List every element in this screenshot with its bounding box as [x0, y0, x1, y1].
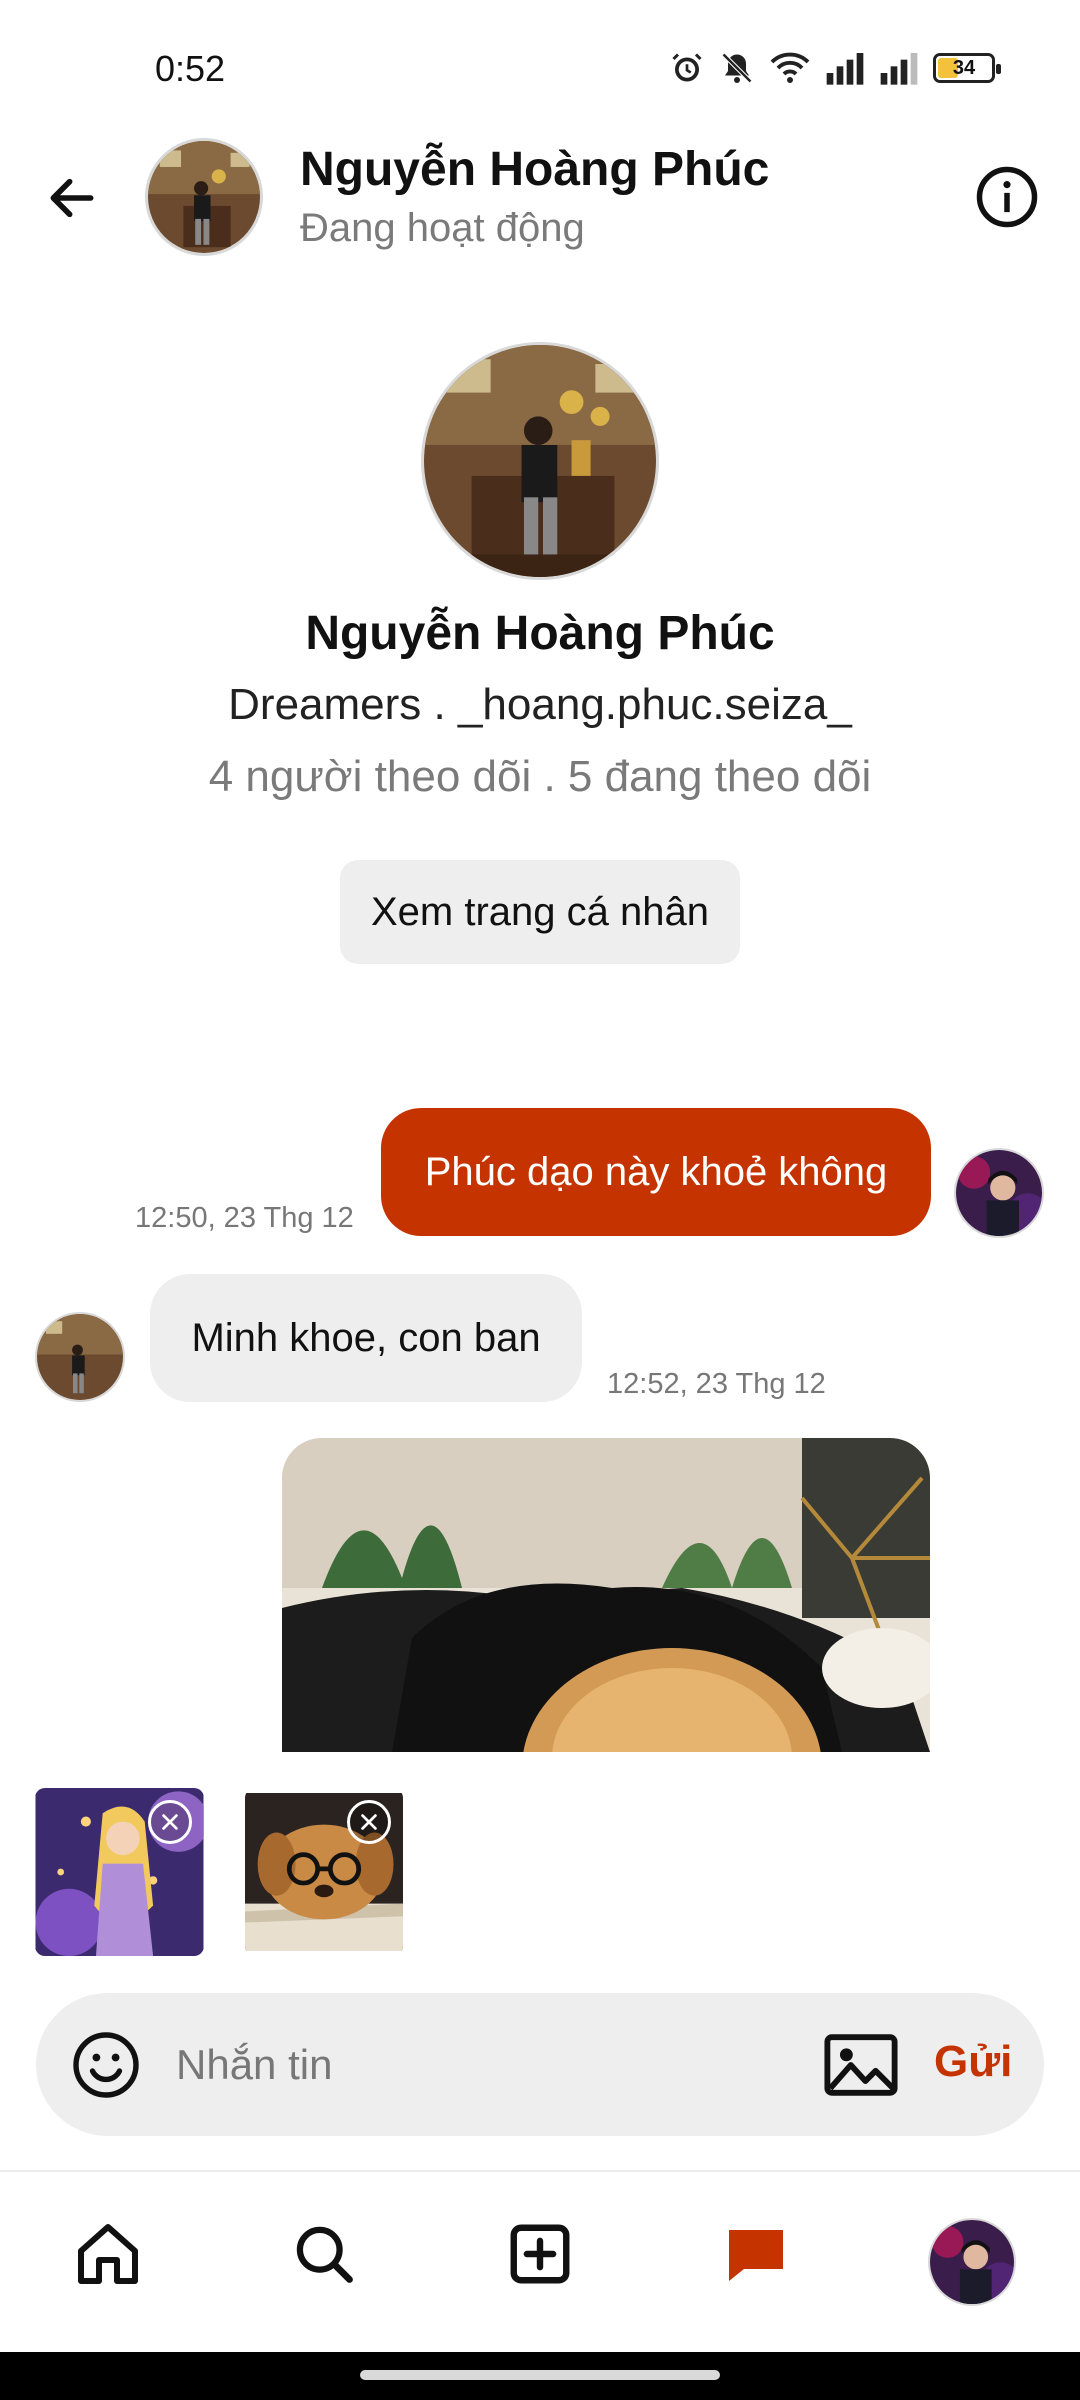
image-picker-button[interactable]: [823, 2031, 899, 2099]
message-input[interactable]: [176, 2023, 816, 2107]
emoji-button[interactable]: [70, 2029, 142, 2101]
contact-avatar-small: [35, 1312, 125, 1402]
attachment-strip: [0, 1752, 1080, 1976]
home-icon: [78, 2224, 138, 2284]
image-icon: [824, 2034, 898, 2096]
create-icon: [510, 2224, 570, 2284]
back-arrow-icon: [50, 178, 94, 218]
signal-icon: [879, 51, 919, 85]
status-time: 0:52: [155, 48, 226, 89]
profile-bio: Dreamers . _hoang.phuc.seiza_: [228, 680, 852, 729]
contact-avatar[interactable]: [145, 138, 263, 256]
send-button[interactable]: Gửi: [934, 2037, 1012, 2087]
message-timestamp: 12:52, 23 Thg 12: [607, 1368, 826, 1400]
attachment-thumbnail[interactable]: [245, 1788, 403, 1956]
status-icons: 34: [669, 50, 1001, 86]
message-image[interactable]: [282, 1438, 930, 1752]
profile-follow-stats: 4 người theo dõi . 5 đang theo dõi: [208, 752, 872, 801]
wifi-icon: [769, 50, 811, 86]
nav-search[interactable]: [284, 2214, 364, 2294]
info-icon: [976, 166, 1038, 228]
attachment-thumbnail[interactable]: [35, 1788, 204, 1956]
nav-profile-avatar[interactable]: [928, 2218, 1016, 2306]
emoji-icon: [73, 2032, 139, 2098]
bottom-nav: [0, 2172, 1080, 2352]
nav-create[interactable]: [500, 2214, 580, 2294]
battery-icon: 34: [933, 53, 1001, 83]
contact-name: Nguyễn Hoàng Phúc: [300, 143, 770, 196]
alarm-icon: [669, 50, 705, 86]
contact-status: Đang hoạt động: [300, 206, 585, 250]
message-bubble-outgoing[interactable]: Phúc dạo này khoẻ không: [381, 1108, 931, 1236]
mute-icon: [719, 50, 755, 86]
gesture-bar: [0, 2352, 1080, 2400]
my-avatar: [954, 1148, 1044, 1238]
signal-icon: [825, 51, 865, 85]
message-bubble-incoming[interactable]: Minh khoe, con ban: [150, 1274, 582, 1402]
search-icon: [296, 2226, 353, 2283]
close-icon: [162, 1814, 178, 1830]
home-indicator[interactable]: [360, 2370, 720, 2380]
view-profile-button[interactable]: Xem trang cá nhân: [340, 860, 740, 964]
messages-icon: [729, 2230, 783, 2281]
back-button[interactable]: [40, 166, 104, 230]
battery-level: 34: [952, 56, 976, 79]
nav-home[interactable]: [68, 2214, 148, 2294]
chat-header: Nguyễn Hoàng Phúc Đang hoạt động: [0, 130, 1080, 270]
message-composer: Gửi: [36, 1993, 1044, 2136]
close-icon: [361, 1814, 377, 1830]
status-bar: 0:52 34: [0, 0, 1080, 130]
remove-attachment-button[interactable]: [347, 1800, 391, 1844]
nav-messages[interactable]: [716, 2214, 796, 2294]
remove-attachment-button[interactable]: [148, 1800, 192, 1844]
info-button[interactable]: [972, 162, 1042, 232]
profile-avatar-large: [421, 342, 659, 580]
message-timestamp: 12:50, 23 Thg 12: [135, 1202, 354, 1234]
profile-name: Nguyễn Hoàng Phúc: [305, 607, 775, 660]
